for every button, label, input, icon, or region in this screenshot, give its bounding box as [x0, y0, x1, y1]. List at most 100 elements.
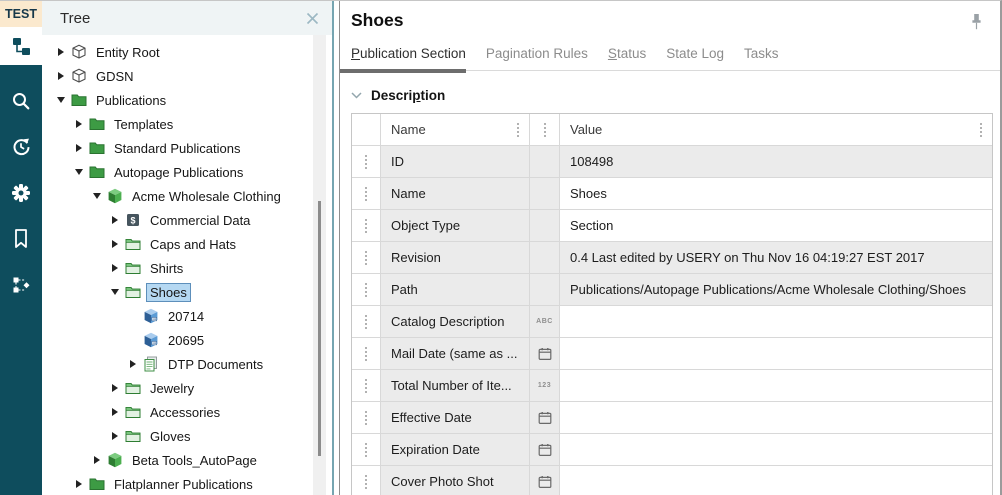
tab-state-log[interactable]: State Log [666, 46, 724, 61]
pin-icon[interactable] [969, 13, 984, 39]
tree-item-beta-tools-autopage[interactable]: Beta Tools_AutoPage [42, 448, 332, 472]
drag-handle-icon[interactable] [365, 219, 367, 233]
expand-arrow-icon[interactable] [73, 144, 84, 152]
expand-arrow-icon[interactable] [127, 360, 138, 368]
tree-item-label[interactable]: 20695 [165, 332, 207, 349]
tree-item-acme-wholesale-clothing[interactable]: Acme Wholesale Clothing [42, 184, 332, 208]
collapse-arrow-icon[interactable] [55, 97, 66, 103]
tree-item-label[interactable]: Publications [93, 92, 169, 109]
expand-arrow-icon[interactable] [109, 408, 120, 416]
settings-tool-button[interactable] [0, 173, 42, 213]
tree-item-label[interactable]: Jewelry [147, 380, 197, 397]
field-value-cell[interactable] [560, 370, 992, 401]
tree-item-label[interactable]: Shirts [147, 260, 186, 277]
row-drag-handle[interactable] [352, 178, 381, 209]
expand-arrow-icon[interactable] [109, 216, 120, 224]
expand-arrow-icon[interactable] [73, 480, 84, 488]
row-drag-handle[interactable] [352, 146, 381, 177]
field-value-cell[interactable] [560, 466, 992, 495]
drag-handle-icon[interactable] [365, 443, 367, 457]
tree-item-label[interactable]: Beta Tools_AutoPage [129, 452, 260, 469]
row-drag-handle[interactable] [352, 402, 381, 433]
expand-arrow-icon[interactable] [55, 48, 66, 56]
tree-item-accessories[interactable]: Accessories [42, 400, 332, 424]
tree-scrollbar-track[interactable] [313, 35, 326, 495]
tree-item-jewelry[interactable]: Jewelry [42, 376, 332, 400]
row-drag-handle[interactable] [352, 306, 381, 337]
tree-item-publications[interactable]: Publications [42, 88, 332, 112]
field-value-cell[interactable] [560, 338, 992, 369]
tree-item-flatplanner-publications[interactable]: Flatplanner Publications [42, 472, 332, 495]
tab-status[interactable]: Status [608, 46, 646, 61]
drag-handle-icon[interactable] [365, 251, 367, 265]
drag-handle-icon[interactable] [365, 315, 367, 329]
tree-tool-button[interactable] [0, 27, 42, 65]
tree-item-label[interactable]: Acme Wholesale Clothing [129, 188, 284, 205]
drag-handle-icon[interactable] [365, 379, 367, 393]
tree-item-shoes[interactable]: Shoes [42, 280, 332, 304]
tree-item-label[interactable]: Templates [111, 116, 176, 133]
tree-item-gdsn[interactable]: GDSN [42, 64, 332, 88]
tree-item-commercial-data[interactable]: $Commercial Data [42, 208, 332, 232]
field-value-cell[interactable]: Shoes [560, 178, 992, 209]
workflow-tool-button[interactable] [0, 265, 42, 305]
tree-scrollbar-thumb[interactable] [318, 201, 321, 456]
field-value-cell[interactable] [560, 306, 992, 337]
close-icon[interactable] [305, 11, 320, 26]
row-drag-handle[interactable] [352, 274, 381, 305]
tree-item-label[interactable]: Gloves [147, 428, 193, 445]
tree-item-label[interactable]: Autopage Publications [111, 164, 246, 181]
tree-item-dtp-documents[interactable]: DTP Documents [42, 352, 332, 376]
drag-handle-icon[interactable] [365, 283, 367, 297]
bookmarks-tool-button[interactable] [0, 219, 42, 259]
tab-publication-section[interactable]: Publication Section [351, 46, 466, 61]
collapse-arrow-icon[interactable] [91, 193, 102, 199]
expand-arrow-icon[interactable] [109, 432, 120, 440]
collapse-arrow-icon[interactable] [109, 289, 120, 295]
tree-item-label[interactable]: DTP Documents [165, 356, 266, 373]
tree-item-label[interactable]: Commercial Data [147, 212, 253, 229]
drag-handle-icon[interactable] [365, 411, 367, 425]
tree-item-templates[interactable]: Templates [42, 112, 332, 136]
tab-tasks[interactable]: Tasks [744, 46, 779, 61]
tree-item-label[interactable]: Caps and Hats [147, 236, 239, 253]
drag-handle-icon[interactable] [365, 347, 367, 361]
expand-arrow-icon[interactable] [109, 384, 120, 392]
tree-item-label[interactable]: Standard Publications [111, 140, 243, 157]
tree-item-label[interactable]: Flatplanner Publications [111, 476, 256, 493]
tree-item-shirts[interactable]: Shirts [42, 256, 332, 280]
drag-handle-icon[interactable] [365, 155, 367, 169]
drag-handle-icon[interactable] [365, 475, 367, 489]
panel-divider[interactable] [332, 1, 340, 495]
tree-item-label[interactable]: Shoes [147, 284, 190, 301]
drag-handle-icon[interactable] [365, 187, 367, 201]
tree-item-caps-and-hats[interactable]: Caps and Hats [42, 232, 332, 256]
row-drag-handle[interactable] [352, 466, 381, 495]
tree-item-label[interactable]: GDSN [93, 68, 137, 85]
row-drag-handle[interactable] [352, 210, 381, 241]
tree-item-20714[interactable]: 20714 [42, 304, 332, 328]
history-tool-button[interactable] [0, 127, 42, 167]
expand-arrow-icon[interactable] [91, 456, 102, 464]
field-value-cell[interactable] [560, 434, 992, 465]
name-column-menu-icon[interactable] [517, 123, 519, 137]
row-drag-handle[interactable] [352, 434, 381, 465]
field-value-cell[interactable]: Section [560, 210, 992, 241]
row-drag-handle[interactable] [352, 338, 381, 369]
tree-item-entity-root[interactable]: Entity Root [42, 40, 332, 64]
tree-item-autopage-publications[interactable]: Autopage Publications [42, 160, 332, 184]
expand-arrow-icon[interactable] [73, 120, 84, 128]
search-tool-button[interactable] [0, 81, 42, 121]
tab-pagination-rules[interactable]: Pagination Rules [486, 46, 588, 61]
row-drag-handle[interactable] [352, 370, 381, 401]
tree-item-20695[interactable]: 20695 [42, 328, 332, 352]
expand-arrow-icon[interactable] [55, 72, 66, 80]
description-section-header[interactable]: Description [351, 86, 1000, 104]
tree-item-label[interactable]: 20714 [165, 308, 207, 325]
value-column-menu-icon[interactable] [980, 123, 982, 137]
tree-item-label[interactable]: Accessories [147, 404, 223, 421]
tree-item-label[interactable]: Entity Root [93, 44, 163, 61]
collapse-arrow-icon[interactable] [73, 169, 84, 175]
tree-item-gloves[interactable]: Gloves [42, 424, 332, 448]
field-value-cell[interactable] [560, 402, 992, 433]
